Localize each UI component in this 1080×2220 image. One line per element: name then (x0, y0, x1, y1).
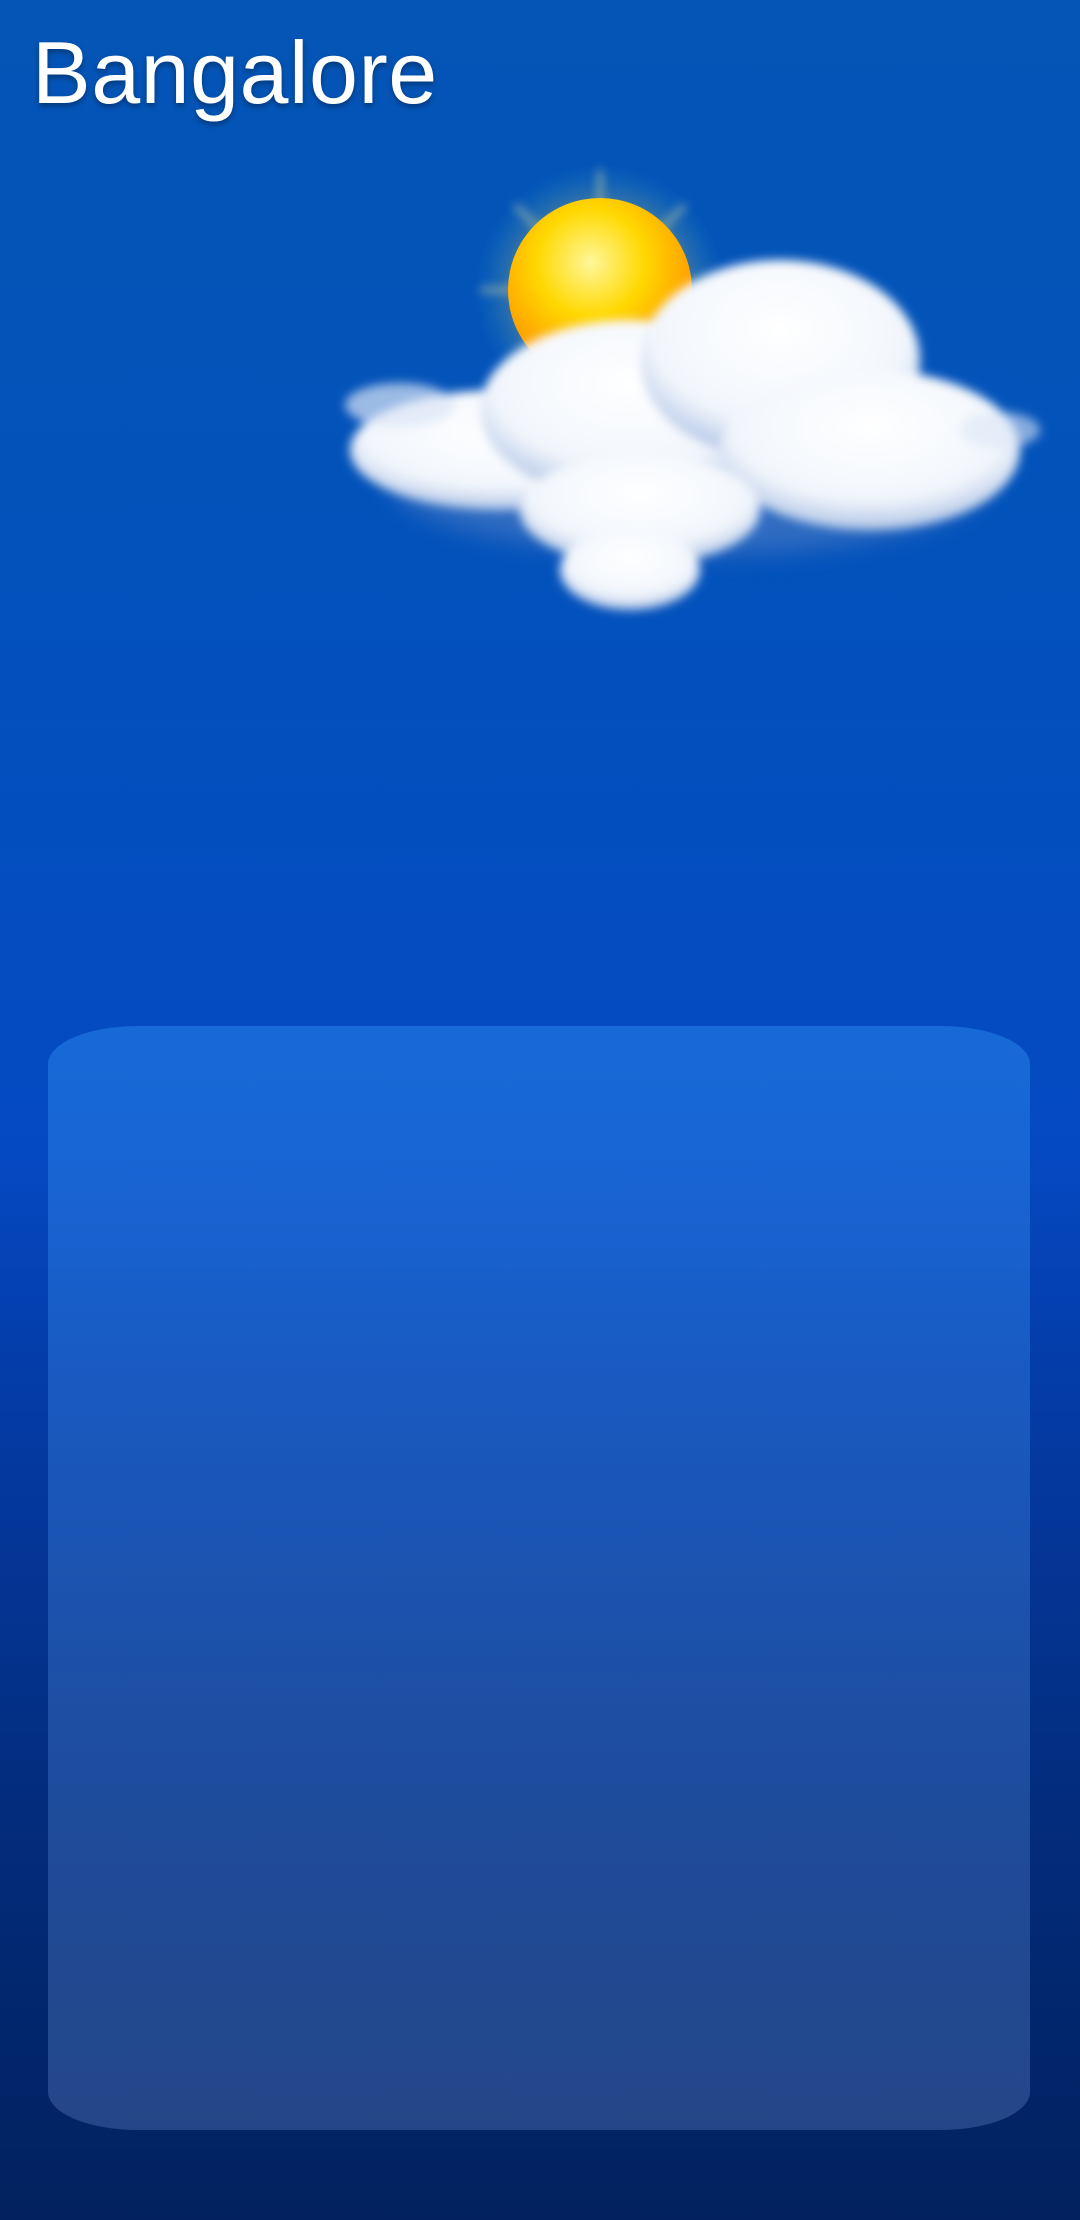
forecast-card (48, 1026, 1030, 2130)
partly-cloudy-icon (310, 150, 1070, 670)
city-title: Bangalore (32, 23, 438, 122)
cloud-body (345, 260, 1040, 610)
